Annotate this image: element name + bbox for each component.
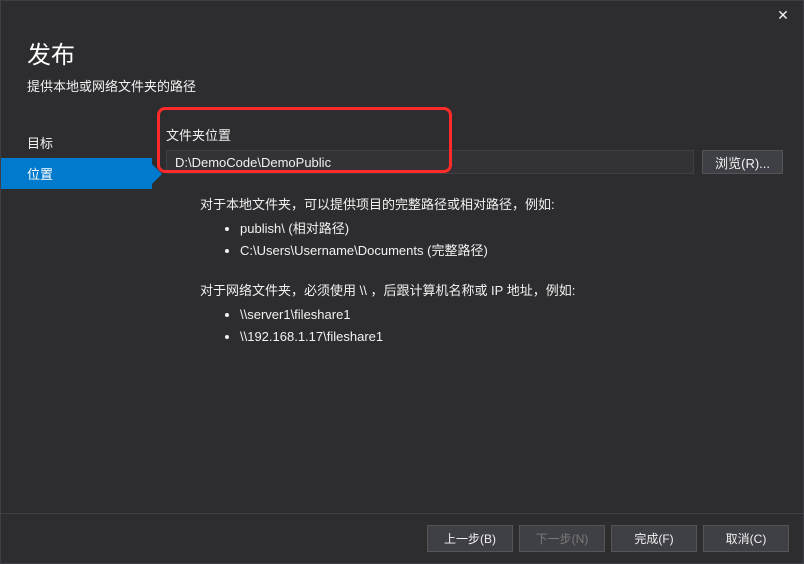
header: 发布 提供本地或网络文件夹的路径 <box>1 29 803 109</box>
finish-button[interactable]: 完成(F) <box>611 525 697 552</box>
browse-button[interactable]: 浏览(R)... <box>702 150 783 174</box>
folder-path-input[interactable] <box>166 150 694 174</box>
page-title: 发布 <box>27 35 777 70</box>
help-net-list: \\server1\fileshare1 \\192.168.1.17\file… <box>200 304 783 348</box>
help-local-list: publish\ (相对路径) C:\Users\Username\Docume… <box>200 218 783 262</box>
footer: 上一步(B) 下一步(N) 完成(F) 取消(C) <box>1 513 803 563</box>
close-icon: ✕ <box>777 7 789 24</box>
help-local-intro: 对于本地文件夹，可以提供项目的完整路径或相对路径，例如: <box>200 194 783 216</box>
next-button: 下一步(N) <box>519 525 605 552</box>
help-text: 对于本地文件夹，可以提供项目的完整路径或相对路径，例如: publish\ (相… <box>166 194 783 349</box>
help-net-intro: 对于网络文件夹，必须使用 \\ ，后跟计算机名称或 IP 地址，例如: <box>200 280 783 302</box>
body: 目标 位置 文件夹位置 浏览(R)... 对于本地文件夹，可以提供项目的完整路径… <box>1 109 803 367</box>
sidebar-item-target[interactable]: 目标 <box>1 127 152 158</box>
cancel-button[interactable]: 取消(C) <box>703 525 789 552</box>
sidebar-item-location[interactable]: 位置 <box>1 158 152 189</box>
sidebar: 目标 位置 <box>1 109 152 367</box>
close-button[interactable]: ✕ <box>763 1 803 29</box>
sidebar-item-label: 目标 <box>27 136 53 151</box>
sidebar-item-label: 位置 <box>27 167 53 182</box>
titlebar: ✕ <box>1 1 803 29</box>
list-item: \\server1\fileshare1 <box>240 304 783 326</box>
page-subtitle: 提供本地或网络文件夹的路径 <box>27 76 777 95</box>
folder-label: 文件夹位置 <box>166 125 783 144</box>
back-button[interactable]: 上一步(B) <box>427 525 513 552</box>
main-panel: 文件夹位置 浏览(R)... 对于本地文件夹，可以提供项目的完整路径或相对路径，… <box>152 109 803 367</box>
folder-row: 浏览(R)... <box>166 150 783 174</box>
list-item: publish\ (相对路径) <box>240 218 783 240</box>
list-item: C:\Users\Username\Documents (完整路径) <box>240 240 783 262</box>
list-item: \\192.168.1.17\fileshare1 <box>240 326 783 348</box>
